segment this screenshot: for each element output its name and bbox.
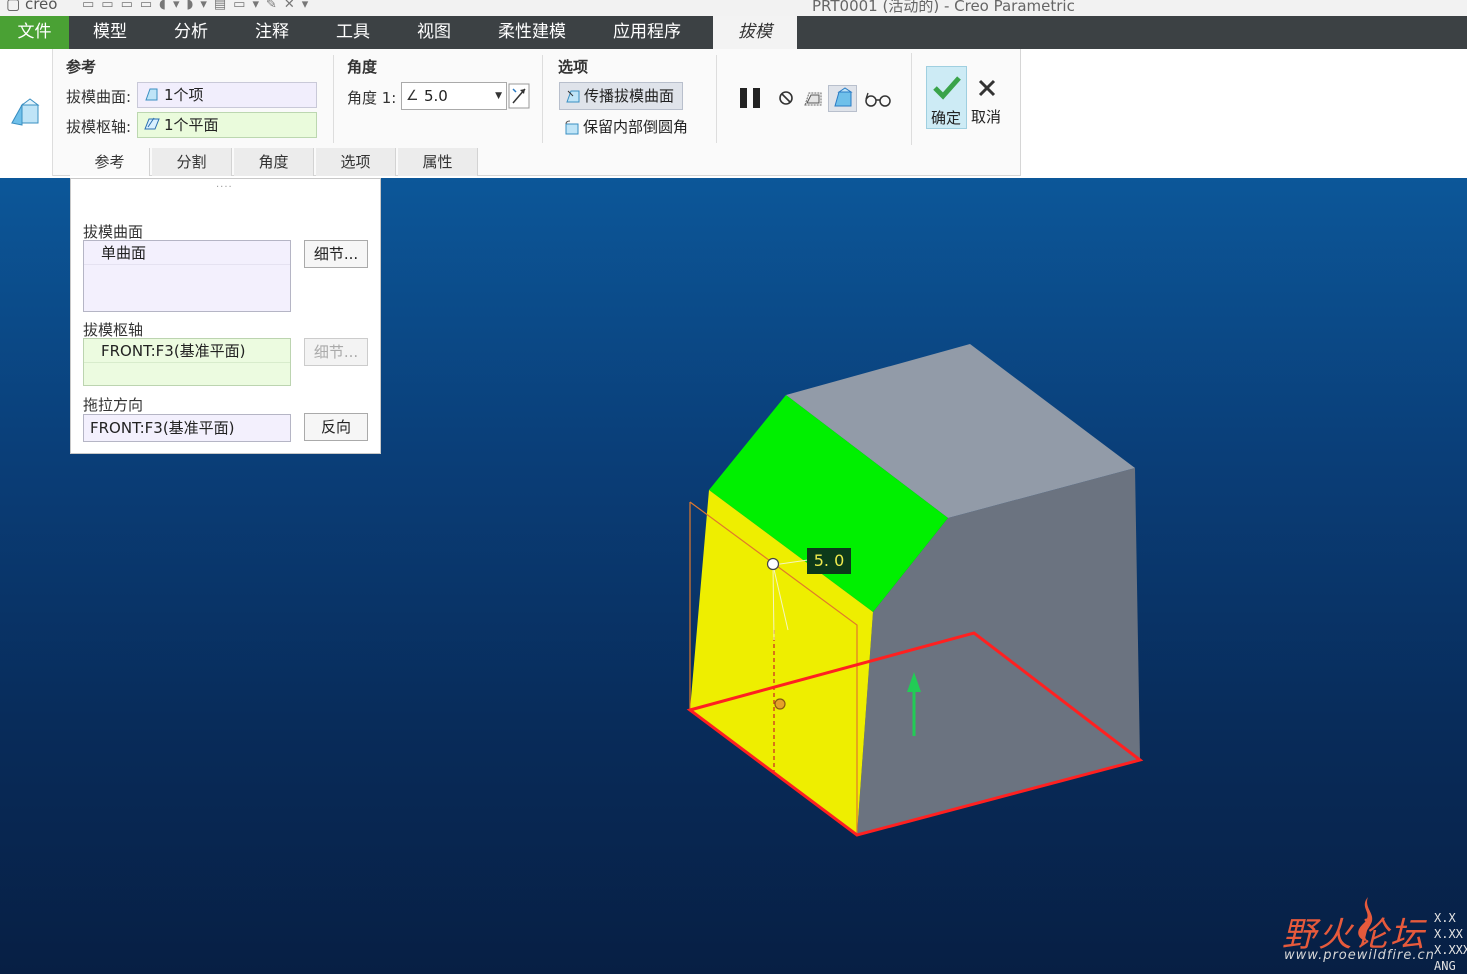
title-bar: ▢ creo ▭▭▭▭◖▾◗▾▤▭▾✎✕▾ PRT0001 (活动的) - Cr… (0, 0, 1467, 16)
chevron-down-icon: ▼ (495, 91, 502, 101)
angle-value-combo[interactable]: ∠ 5.0 ▼ (401, 82, 507, 110)
coord-line: X.XXX (1434, 943, 1467, 957)
draft-surfaces-details-button[interactable]: 细节... (304, 240, 368, 268)
coord-line: ANG (1434, 959, 1456, 973)
menu-tools[interactable]: 工具 (336, 16, 370, 49)
keep-internal-fillets-toggle[interactable]: 保留内部倒圆角 (559, 114, 709, 142)
draft-hinge-label: 拔模枢轴: (66, 118, 132, 136)
cancel-label: 取消 (971, 108, 1002, 126)
coord-line: X.XX (1434, 927, 1463, 941)
menu-flexible-modeling[interactable]: 柔性建模 (498, 16, 566, 49)
propagate-label: 传播拔模曲面 (584, 87, 675, 105)
ribbon: 参考 拔模曲面: 1个项 拔模枢轴: 1个平面 角度 角度 1: ∠ 5.0 ▼… (0, 49, 1467, 178)
draft-hinge-value: 1个平面 (164, 116, 219, 134)
watermark-url: www.proewildfire.cn (1284, 948, 1435, 963)
quick-access-toolbar[interactable]: ▭▭▭▭◖▾◗▾▤▭▾✎✕▾ (82, 0, 315, 12)
pause-icon[interactable] (738, 86, 764, 110)
app-name: creo (24, 0, 58, 13)
coord-line: X.X (1434, 911, 1456, 925)
draft-feature-icon (11, 98, 40, 126)
menu-annotate[interactable]: 注释 (255, 16, 289, 49)
angle-group-title: 角度 (347, 58, 378, 76)
creo-logo-icon: ▢ (6, 0, 21, 13)
app-logo: ▢ creo (6, 0, 57, 13)
group-separator (542, 55, 543, 143)
draft-hinges-list[interactable]: FRONT:F3(基准平面) (83, 338, 291, 386)
flip-direction-button[interactable]: 反向 (304, 413, 368, 441)
close-icon (978, 79, 996, 97)
checkmark-icon (933, 76, 961, 100)
angle-dimension-label[interactable]: 5. 0 (807, 548, 851, 574)
ok-label: 确定 (931, 109, 962, 127)
group-separator (716, 55, 717, 143)
verify-mode-button[interactable] (828, 85, 857, 112)
angle-label: 角度 1: (347, 89, 397, 107)
draft-hinges-details-button[interactable]: 细节... (304, 338, 368, 366)
preview-icon[interactable] (801, 87, 825, 109)
feature-icon-strip (0, 49, 53, 176)
references-group-title: 参考 (66, 58, 97, 76)
flip-angle-icon[interactable] (508, 83, 530, 109)
pull-direction-field[interactable]: FRONT:F3(基准平面) (83, 414, 291, 442)
coordinate-readout: X.X X.XX X.XXX ANG (1434, 910, 1467, 974)
draft-surface-collector[interactable]: 1个项 (137, 82, 317, 108)
draft-hinge-collector[interactable]: 1个平面 (137, 112, 317, 138)
angle-value: 5.0 (424, 87, 448, 105)
cancel-button[interactable]: 取消 (969, 66, 1007, 129)
propagate-draft-surface-button[interactable]: 传播拔模曲面 (559, 82, 683, 110)
draft-surface-value: 1个项 (164, 86, 204, 104)
menu-model[interactable]: 模型 (93, 16, 127, 49)
tab-references[interactable]: 参考 (70, 148, 150, 176)
pull-direction-heading: 拖拉方向 (83, 396, 144, 414)
glasses-icon[interactable] (864, 89, 892, 109)
draft-hinges-heading: 拔模枢轴 (83, 321, 144, 339)
menu-draft-active[interactable]: 拔模 (713, 16, 797, 49)
plane-icon (144, 117, 160, 130)
draft-surface-label: 拔模曲面: (66, 88, 132, 106)
hinge-point-handle[interactable] (774, 698, 786, 710)
angle-icon: ∠ (406, 88, 419, 104)
keep-fillets-label: 保留内部倒圆角 (583, 118, 689, 136)
tab-options[interactable]: 选项 (316, 148, 396, 176)
angle-drag-handle[interactable] (766, 557, 780, 571)
group-separator (911, 53, 912, 145)
references-panel: .... 拔模曲面 单曲面 细节... 拔模枢轴 FRONT:F3(基准平面) … (70, 178, 381, 454)
panel-grip[interactable]: .... (216, 179, 233, 190)
draft-surfaces-list[interactable]: 单曲面 (83, 240, 291, 312)
ok-button[interactable]: 确定 (926, 66, 967, 129)
surface-icon (145, 88, 158, 101)
group-separator (333, 55, 334, 143)
tab-properties[interactable]: 属性 (398, 148, 478, 176)
menu-bar: 文件 模型 分析 注释 工具 视图 柔性建模 应用程序 拔模 (0, 16, 1467, 49)
fillet-icon (565, 120, 579, 135)
draft-surfaces-heading: 拔模曲面 (83, 223, 144, 241)
window-title: PRT0001 (活动的) - Creo Parametric (812, 0, 1075, 15)
list-item[interactable]: 单曲面 (84, 241, 290, 265)
options-group-title: 选项 (558, 58, 589, 76)
menu-applications[interactable]: 应用程序 (613, 16, 681, 49)
menu-view[interactable]: 视图 (417, 16, 451, 49)
tab-angles[interactable]: 角度 (234, 148, 314, 176)
propagate-icon (566, 90, 580, 103)
menu-file[interactable]: 文件 (0, 16, 69, 49)
draft-dashboard: 参考 拔模曲面: 1个项 拔模枢轴: 1个平面 角度 角度 1: ∠ 5.0 ▼… (0, 49, 1021, 176)
menu-analysis[interactable]: 分析 (174, 16, 208, 49)
verify-icon (834, 87, 853, 107)
no-preview-icon[interactable] (778, 90, 794, 106)
list-item[interactable]: FRONT:F3(基准平面) (84, 339, 290, 363)
tab-split[interactable]: 分割 (152, 148, 232, 176)
